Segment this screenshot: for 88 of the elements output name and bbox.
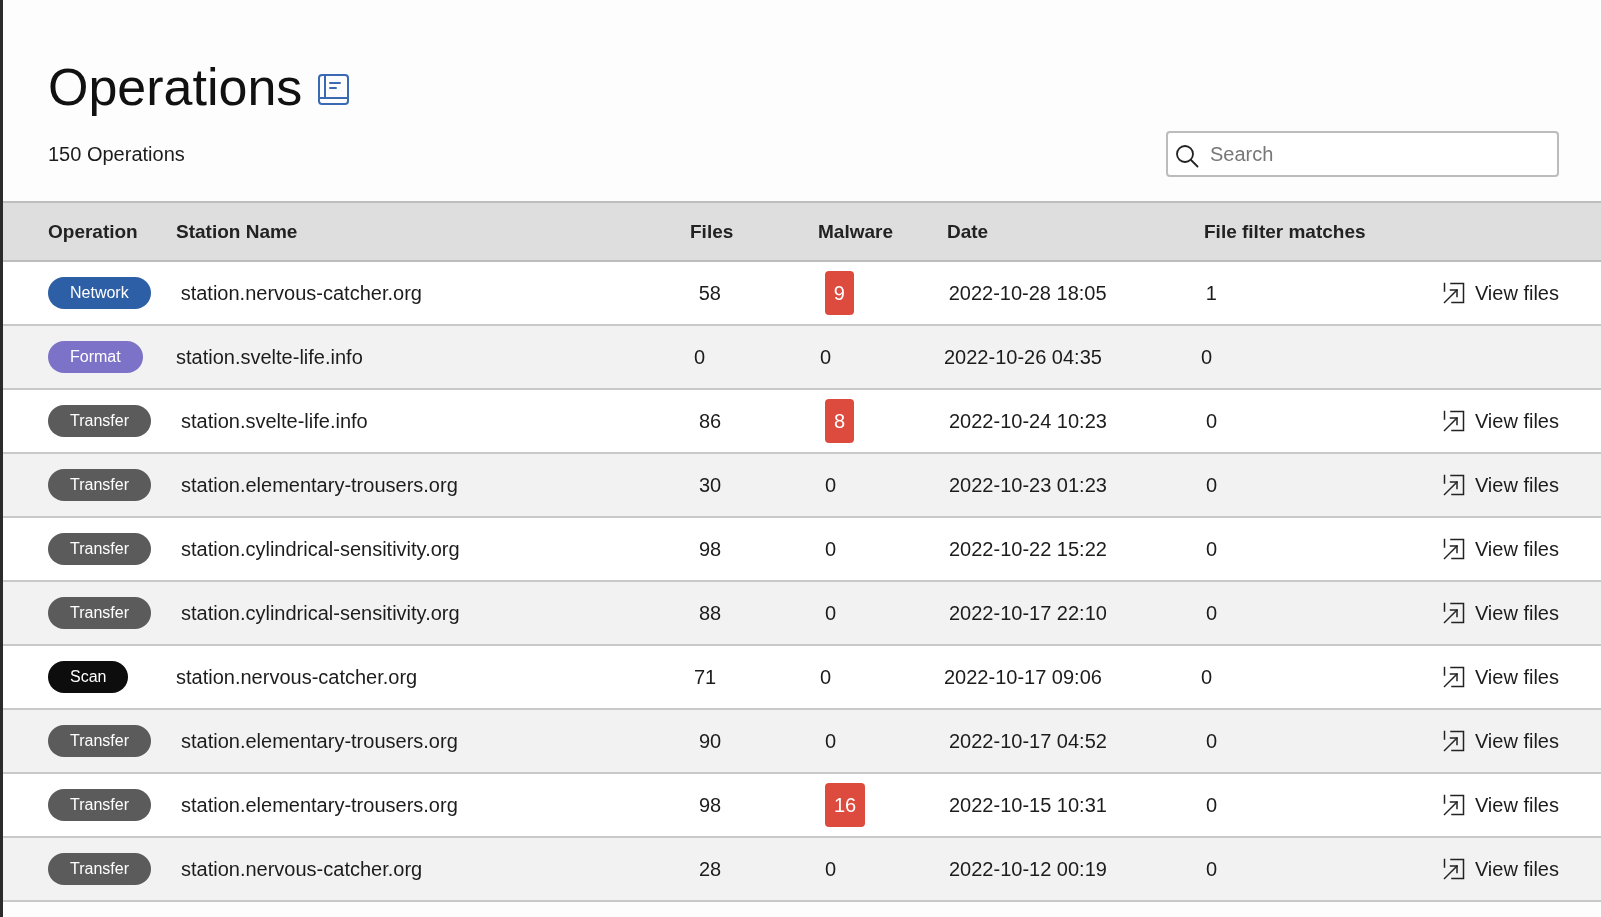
filter-match-count: 0	[1206, 473, 1218, 496]
filter-match-count: 0	[1206, 793, 1218, 816]
search-field[interactable]: Search	[1166, 131, 1559, 177]
view-files-link[interactable]: View files	[1442, 601, 1559, 625]
file-count: 28	[699, 857, 722, 880]
station-name: station.elementary-trousers.org	[181, 729, 458, 752]
column-header[interactable]: Station Name	[176, 220, 298, 242]
date-time: 2022-10-22 15:22	[949, 537, 1107, 560]
operation-tag: Transfer	[48, 725, 151, 757]
date-time: 2022-10-17 09:06	[944, 665, 1102, 688]
operation-tag: Transfer	[48, 853, 151, 885]
arrow-box-icon	[1442, 730, 1465, 752]
station-name: station.elementary-trousers.org	[181, 793, 458, 816]
arrow-box-icon	[1442, 538, 1465, 560]
malware-count: 8	[825, 399, 855, 443]
malware-count: 0	[825, 857, 837, 880]
operation-tag: Transfer	[48, 597, 151, 629]
arrow-box-icon	[1442, 282, 1465, 304]
column-header[interactable]: Operation	[48, 220, 138, 242]
date-time: 2022-10-23 01:23	[949, 473, 1107, 496]
arrow-box-icon	[1442, 794, 1465, 816]
date-time: 2022-10-12 00:19	[949, 857, 1107, 880]
operation-count: 150 Operations	[48, 142, 185, 166]
file-count: 98	[699, 537, 722, 560]
station-name: station.nervous-catcher.org	[181, 857, 423, 880]
column-header[interactable]: Date	[947, 220, 989, 242]
malware-count: 9	[824, 271, 854, 315]
book-icon[interactable]	[318, 73, 350, 105]
date-time: 2022-10-17 22:10	[949, 601, 1107, 624]
operation-tag: Transfer	[48, 789, 151, 821]
station-name: station.cylindrical-sensitivity.org	[181, 537, 460, 560]
file-count: 90	[699, 729, 722, 752]
view-files-link[interactable]: View files	[1442, 793, 1559, 817]
arrow-box-icon	[1442, 858, 1465, 880]
station-name: station.cylindrical-sensitivity.org	[181, 601, 460, 624]
malware-count: 0	[825, 729, 837, 752]
filter-match-count: 0	[1201, 345, 1213, 368]
search-icon	[1175, 144, 1199, 168]
file-count: 88	[699, 601, 722, 624]
malware-count: 0	[825, 601, 837, 624]
date-time: 2022-10-24 10:23	[949, 409, 1107, 432]
file-count: 58	[698, 281, 721, 304]
station-name: station.svelte-life.info	[181, 409, 368, 432]
date-time: 2022-10-28 18:05	[948, 281, 1107, 304]
station-name: station.svelte-life.info	[176, 345, 363, 368]
station-name: station.nervous-catcher.org	[176, 665, 418, 688]
file-count: 71	[694, 665, 717, 688]
column-header[interactable]: File filter matches	[1204, 220, 1366, 242]
arrow-box-icon	[1442, 666, 1465, 688]
malware-count: 0	[825, 473, 837, 496]
filter-match-count: 1	[1205, 281, 1217, 304]
filter-match-count: 0	[1206, 729, 1218, 752]
view-files-link[interactable]: View files	[1442, 857, 1559, 881]
malware-count: 0	[820, 345, 832, 368]
view-files-link[interactable]: View files	[1442, 281, 1559, 305]
arrow-box-icon	[1442, 474, 1465, 496]
station-name: station.elementary-trousers.org	[181, 473, 458, 496]
filter-match-count: 0	[1201, 665, 1213, 688]
arrow-box-icon	[1442, 602, 1465, 624]
view-files-link[interactable]: View files	[1442, 665, 1559, 689]
operation-tag: Transfer	[48, 405, 151, 437]
filter-match-count: 0	[1206, 601, 1218, 624]
file-count: 86	[699, 409, 722, 432]
date-time: 2022-10-26 04:35	[944, 345, 1102, 368]
station-name: station.nervous-catcher.org	[180, 281, 422, 304]
malware-count: 0	[820, 665, 832, 688]
operation-tag: Scan	[48, 661, 129, 693]
arrow-box-icon	[1442, 410, 1465, 432]
operation-tag: Format	[48, 341, 143, 373]
file-count: 0	[694, 345, 706, 368]
operation-tag: Transfer	[48, 469, 151, 501]
filter-match-count: 0	[1206, 537, 1218, 560]
view-files-link[interactable]: View files	[1442, 473, 1559, 497]
view-files-link[interactable]: View files	[1442, 729, 1559, 753]
column-header[interactable]: Files	[690, 220, 734, 242]
operation-tag: Transfer	[48, 533, 151, 565]
view-files-link[interactable]: View files	[1442, 537, 1559, 561]
column-header[interactable]: Malware	[818, 220, 893, 242]
date-time: 2022-10-17 04:52	[949, 729, 1107, 752]
operation-tag: Network	[48, 277, 151, 309]
filter-match-count: 0	[1206, 857, 1218, 880]
file-count: 98	[699, 793, 722, 816]
file-count: 30	[699, 473, 722, 496]
filter-match-count: 0	[1206, 409, 1218, 432]
view-files-link[interactable]: View files	[1442, 409, 1559, 433]
date-time: 2022-10-15 10:31	[949, 793, 1107, 816]
malware-count: 0	[825, 537, 837, 560]
malware-count: 16	[825, 783, 866, 827]
